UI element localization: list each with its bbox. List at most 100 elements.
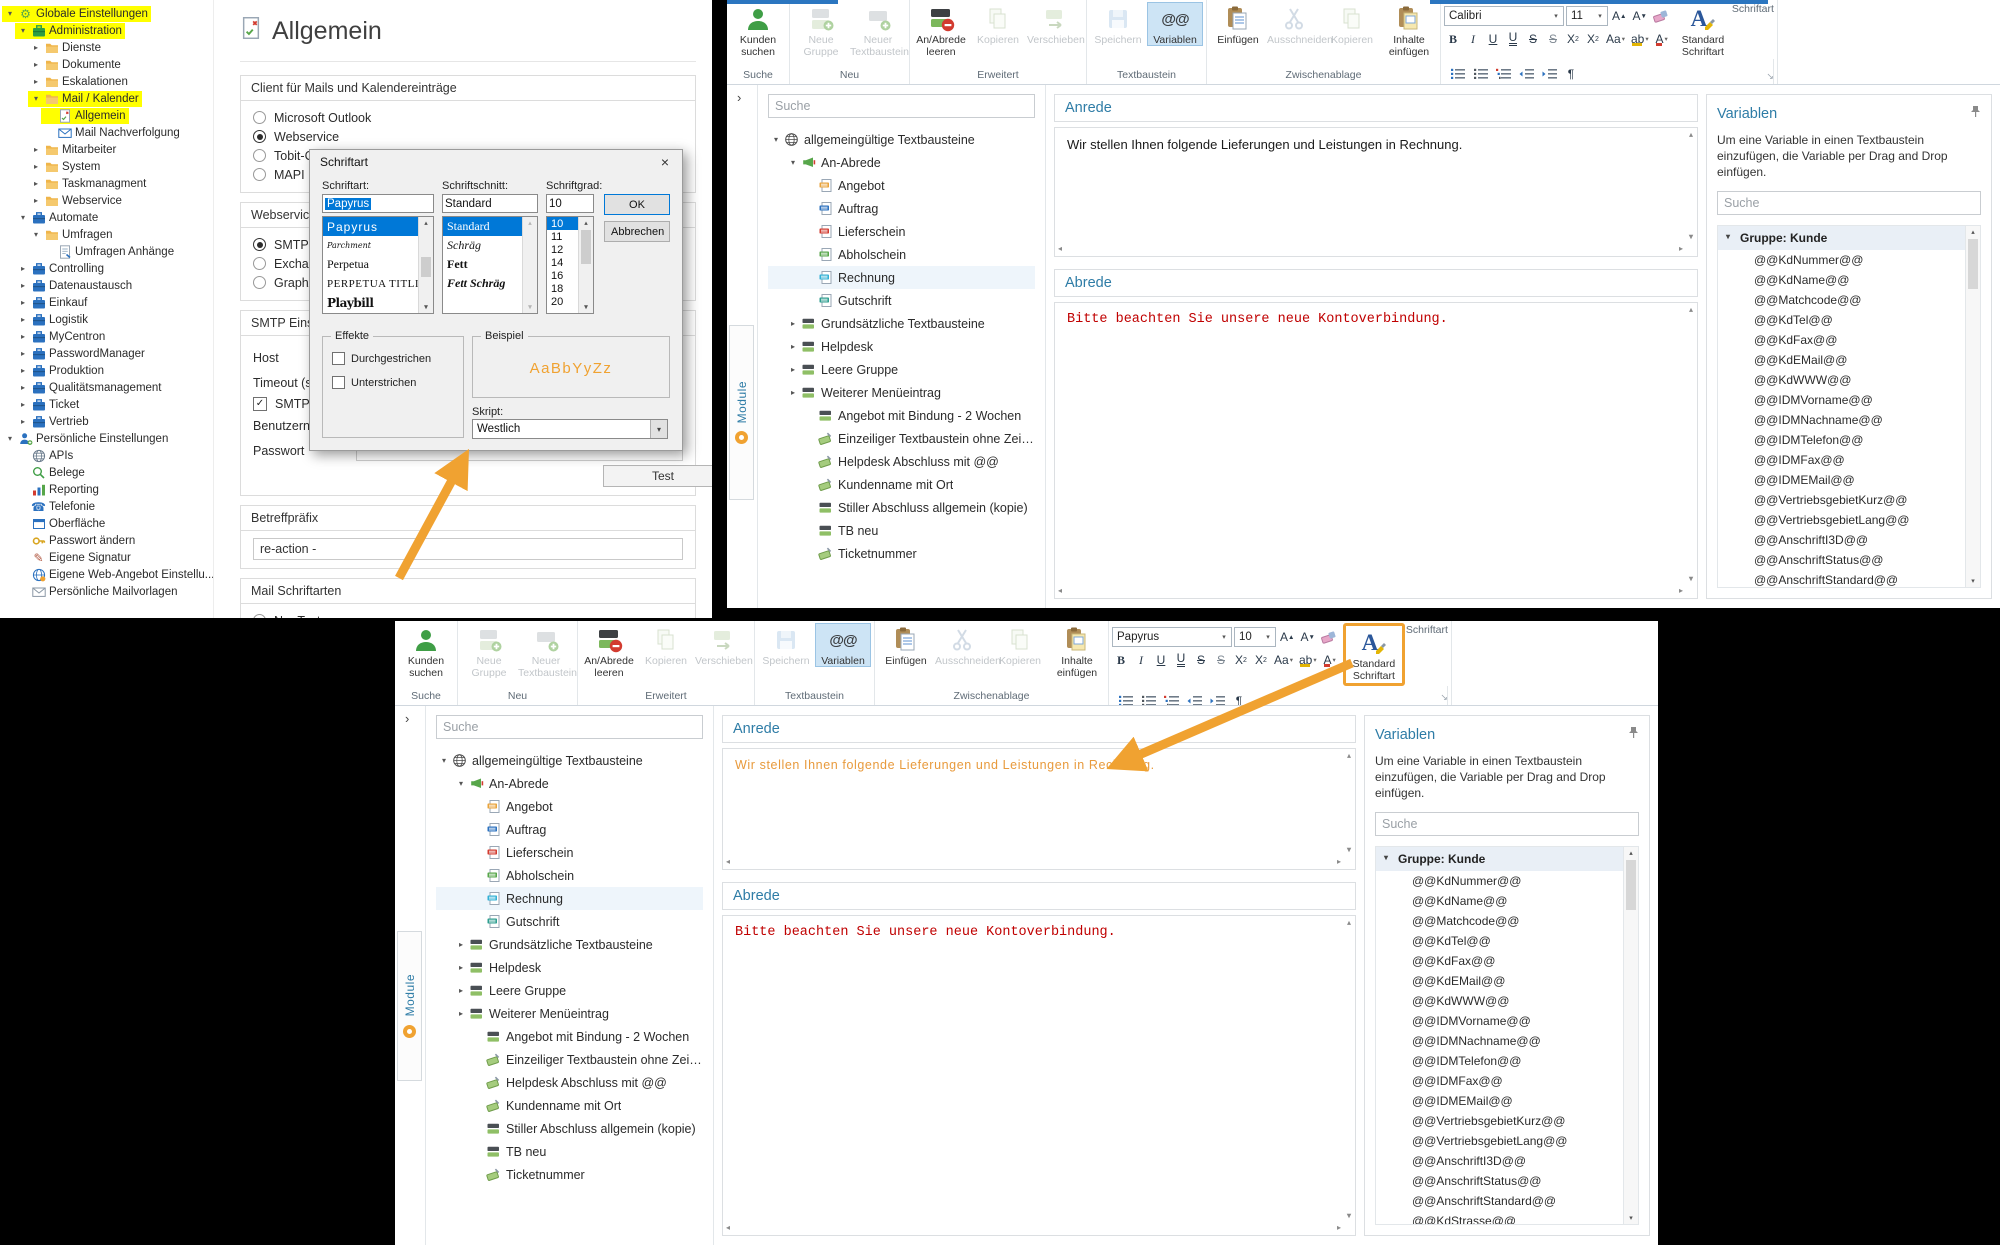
pilcrow-button[interactable]: ¶ (1230, 692, 1248, 706)
increase-indent-button[interactable] (1207, 692, 1228, 706)
tree-expander-icon[interactable]: ▸ (18, 281, 28, 290)
nav-item-pers-nliche-einstellungen[interactable]: ▾Persönliche Einstellungen (0, 430, 213, 447)
nav-item-logistik[interactable]: ▸Logistik (0, 311, 213, 328)
double-underline-button[interactable]: U (1504, 30, 1522, 48)
variablen-button[interactable]: @@Variablen (815, 623, 871, 667)
nav-item-telefonie[interactable]: ☎Telefonie (0, 498, 213, 515)
nav-item-oberfl-che[interactable]: Oberfläche (0, 515, 213, 532)
style-list-item[interactable]: Standard (443, 217, 523, 236)
tree-expander-icon[interactable]: ▸ (31, 60, 41, 69)
tree-expander-icon[interactable]: ▸ (18, 298, 28, 307)
radio-icon[interactable] (253, 257, 266, 270)
nav-item-eigene-signatur[interactable]: ✎Eigene Signatur (0, 549, 213, 566)
style-list[interactable]: StandardSchrägFettFett Schräg▴▾ (442, 216, 538, 314)
nav-item-produktion[interactable]: ▸Produktion (0, 362, 213, 379)
font-list-item[interactable]: Playbill (323, 293, 419, 312)
nav-item-passwort-ndern[interactable]: Passwort ändern (0, 532, 213, 549)
radio-icon[interactable] (253, 149, 266, 162)
highlight-color-button[interactable]: ab▾ (1297, 651, 1319, 669)
nav-item-allgemein[interactable]: Allgemein (0, 107, 213, 124)
nav-item-reporting[interactable]: Reporting (0, 481, 213, 498)
multilevel-list-button[interactable] (1493, 65, 1514, 83)
variablen-button[interactable]: @@Variablen (1147, 2, 1203, 46)
dialog-close-icon[interactable]: × (656, 154, 674, 170)
font-list-item[interactable]: Papyrus (323, 217, 419, 236)
shrink-font-button[interactable]: A▼ (1630, 7, 1648, 25)
tree-expander-icon[interactable]: ▸ (18, 349, 28, 358)
tree-expander-icon[interactable]: ▾ (5, 9, 15, 18)
superscript-button[interactable]: X2 (1564, 30, 1582, 48)
durchgestrichen-checkbox[interactable]: Durchgestrichen (332, 352, 431, 365)
bullet-list-button[interactable] (1115, 692, 1136, 706)
size-list-item[interactable]: 20 (547, 295, 579, 308)
smtp-test-button[interactable]: Test (603, 465, 712, 487)
nav-item-eigene-web-angebot-einstellu[interactable]: Eigene Web-Angebot Einstellu... (0, 566, 213, 583)
nav-item-qualit-tsmanagement[interactable]: ▸Qualitätsmanagement (0, 379, 213, 396)
font-size-combo[interactable]: 11▾ (1566, 6, 1608, 26)
nav-item-umfragen[interactable]: ▾Umfragen (0, 226, 213, 243)
radio-icon[interactable] (253, 130, 266, 143)
clear-formatting-button[interactable] (1319, 628, 1339, 646)
multilevel-list-button[interactable] (1161, 692, 1182, 706)
nav-item-automate[interactable]: ▾Automate (0, 209, 213, 226)
inhalte-einf-gen-button[interactable]: Inhalte einfügen (1049, 623, 1105, 680)
radio-icon[interactable] (253, 614, 266, 618)
underline-button[interactable]: U (1484, 30, 1502, 48)
double-strikethrough-button[interactable]: S (1212, 651, 1230, 669)
change-case-button[interactable]: Aa▾ (1604, 30, 1627, 48)
underline-button[interactable]: U (1152, 651, 1170, 669)
clear-formatting-button[interactable] (1651, 7, 1671, 25)
tree-expander-icon[interactable]: ▸ (18, 417, 28, 426)
radio-icon[interactable] (253, 276, 266, 289)
subscript-button[interactable]: X2 (1584, 30, 1602, 48)
kunden-suchen-button[interactable]: Kunden suchen (730, 2, 786, 59)
tree-expander-icon[interactable]: ▸ (31, 179, 41, 188)
superscript-button[interactable]: X2 (1232, 651, 1250, 669)
size-list[interactable]: 10111214161820▴▾ (546, 216, 594, 314)
standard-schriftart-button[interactable]: AStandard Schriftart (1346, 626, 1402, 683)
font-color-button[interactable]: A▾ (1653, 30, 1671, 48)
tree-expander-icon[interactable]: ▸ (18, 332, 28, 341)
tree-expander-icon[interactable]: ▸ (31, 162, 41, 171)
nav-item-dokumente[interactable]: ▸Dokumente (0, 56, 213, 73)
kunden-suchen-button[interactable]: Kunden suchen (398, 623, 454, 680)
nav-item-controlling[interactable]: ▸Controlling (0, 260, 213, 277)
radio-icon[interactable] (253, 111, 266, 124)
standard-schriftart-button[interactable]: AStandard Schriftart (1675, 2, 1731, 59)
font-color-button[interactable]: A▾ (1321, 651, 1339, 669)
font-size-input[interactable]: 10 (546, 194, 594, 213)
an-abrede-leeren-button[interactable]: An/Abrede leeren (581, 623, 637, 680)
grow-font-button[interactable]: A▲ (1610, 7, 1628, 25)
subscript-button[interactable]: X2 (1252, 651, 1270, 669)
tree-expander-icon[interactable]: ▸ (31, 145, 41, 154)
font-list-item[interactable]: Perpetua (323, 255, 419, 274)
size-list-item[interactable]: 10 (547, 217, 579, 230)
radio-microsoft-outlook[interactable]: Microsoft Outlook (253, 108, 683, 127)
tree-expander-icon[interactable]: ▾ (31, 94, 41, 103)
radio-icon[interactable] (253, 168, 266, 181)
nav-item-passwordmanager[interactable]: ▸PasswordManager (0, 345, 213, 362)
bold-button[interactable]: B (1112, 651, 1130, 669)
tree-expander-icon[interactable]: ▸ (18, 264, 28, 273)
nav-item-ticket[interactable]: ▸Ticket (0, 396, 213, 413)
einf-gen-button[interactable]: Einfügen (1210, 2, 1266, 46)
abbrechen-button[interactable]: Abbrechen (604, 221, 670, 242)
bullet-list-button[interactable] (1447, 65, 1468, 83)
nav-item-vertrieb[interactable]: ▸Vertrieb (0, 413, 213, 430)
style-list-item[interactable]: Schräg (443, 236, 523, 255)
change-case-button[interactable]: Aa▾ (1272, 651, 1295, 669)
tree-expander-icon[interactable]: ▸ (31, 77, 41, 86)
size-list-item[interactable]: 11 (547, 230, 579, 243)
nav-item-belege[interactable]: Belege (0, 464, 213, 481)
inhalte-einf-gen-button[interactable]: Inhalte einfügen (1381, 2, 1437, 59)
font-name-combo[interactable]: Papyrus▾ (1112, 627, 1232, 647)
font-name-combo[interactable]: Calibri▾ (1444, 6, 1564, 26)
size-list-item[interactable]: 14 (547, 256, 579, 269)
einf-gen-button[interactable]: Einfügen (878, 623, 934, 667)
highlight-color-button[interactable]: ab▾ (1629, 30, 1651, 48)
bold-button[interactable]: B (1444, 30, 1462, 48)
nav-item-mycentron[interactable]: ▸MyCentron (0, 328, 213, 345)
grow-font-button[interactable]: A▲ (1278, 628, 1296, 646)
ok-button[interactable]: OK (604, 194, 670, 215)
nav-item-apis[interactable]: APIs (0, 447, 213, 464)
